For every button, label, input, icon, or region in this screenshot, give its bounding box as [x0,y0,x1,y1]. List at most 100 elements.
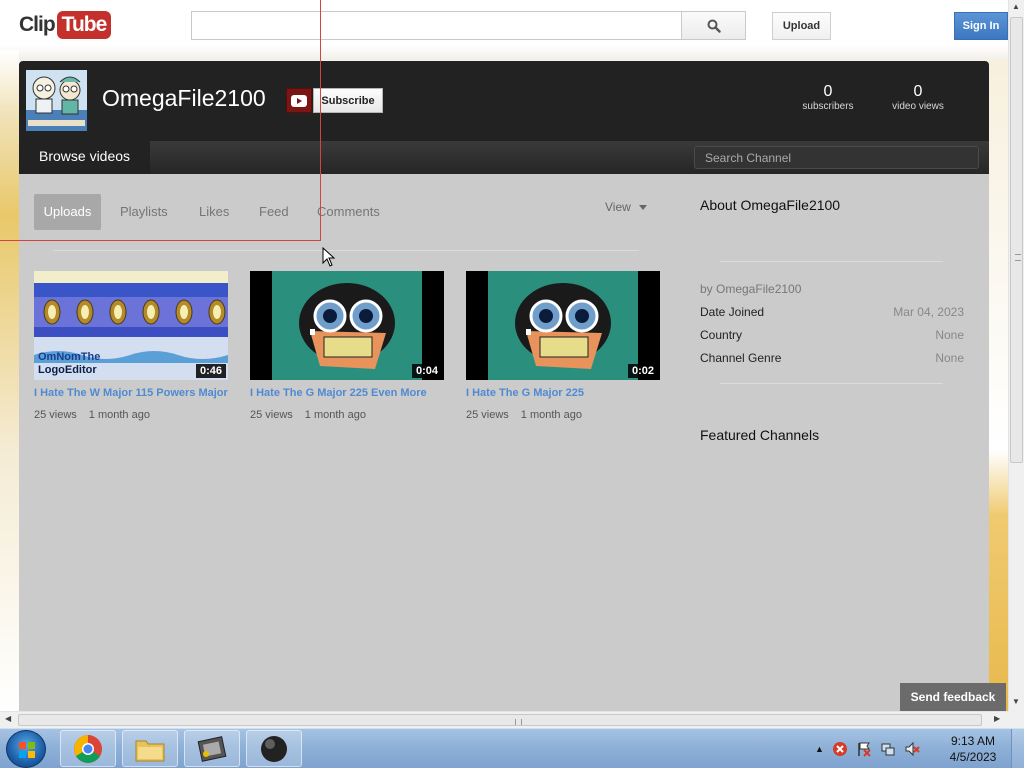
channel-name: OmegaFile2100 [102,85,266,111]
video-meta: 25 views 1 month ago [34,409,150,421]
vertical-scroll-thumb[interactable] [1010,17,1023,463]
horizontal-scroll-thumb[interactable] [18,714,982,726]
video-views: 25 views [250,409,293,421]
scroll-up-arrow-icon[interactable]: ▲ [1012,2,1020,11]
logo-clip-text: Clip [19,13,56,36]
info-row-date-joined: Date Joined Mar 04, 2023 [700,305,964,319]
tab-feed[interactable]: Feed [259,194,289,230]
sign-in-button[interactable]: Sign In [954,12,1008,40]
background-left-decoration [0,50,19,711]
about-divider [720,383,943,384]
subscribe-button[interactable]: Subscribe [313,88,383,113]
ball-icon [261,735,287,762]
start-button[interactable] [6,730,46,768]
subscribers-count: 0 [823,83,833,100]
video-title[interactable]: I Hate The G Major 225 Even More [250,387,444,399]
video-views: 25 views [466,409,509,421]
logo-tube-text: Tube [56,11,112,39]
folder-icon [135,740,165,761]
tab-playlists[interactable]: Playlists [120,194,168,230]
video-thumbnail[interactable]: OmNomThe LogoEditor 0:46 [34,271,228,380]
system-tray: ▲ [815,737,920,761]
chevron-down-icon [638,204,647,210]
app-icon [197,735,227,762]
video-meta: 25 views 1 month ago [466,409,582,421]
tab-likes[interactable]: Likes [199,194,229,230]
tray-error-icon[interactable] [832,741,848,757]
channel-content: Uploads Playlists Likes Feed Comments Vi… [19,174,989,711]
tab-divider [53,250,639,251]
tab-comments[interactable]: Comments [317,194,380,230]
video-title[interactable]: I Hate The W Major 115 Powers Major [34,387,228,399]
video-duration: 0:02 [627,364,658,378]
view-dropdown[interactable]: View [605,200,647,214]
video-age: 1 month ago [304,409,366,421]
scroll-down-arrow-icon[interactable]: ▼ [1012,697,1020,706]
scroll-right-arrow-icon[interactable]: ▶ [994,714,1000,723]
about-title: About OmegaFile2100 [700,197,841,213]
video-thumbnail[interactable]: 0:04 [250,271,444,380]
search-button[interactable] [681,11,746,40]
cliptube-logo[interactable]: Clip Tube [19,11,112,39]
avatar-image [26,70,87,131]
featured-channels-title: Featured Channels [700,427,820,443]
video-age: 1 month ago [520,409,582,421]
search-input[interactable] [191,11,682,40]
background-right-decoration [989,60,1008,711]
taskbar-chrome-button[interactable] [60,730,116,767]
youtube-icon[interactable] [286,88,312,113]
about-by: by OmegaFile2100 [700,282,802,296]
info-row-country: Country None [700,328,964,342]
video-views-label: video views [892,101,944,112]
mouse-cursor-icon [322,247,336,267]
video-meta: 25 views 1 month ago [250,409,366,421]
taskbar-clock[interactable]: 9:13 AM 4/5/2023 [940,733,1006,765]
video-views-count: 0 [913,83,923,100]
tray-expand-icon[interactable]: ▲ [815,744,824,754]
show-desktop-button[interactable] [1011,729,1024,768]
channel-header: OmegaFile2100 Subscribe 0 subscribers 0 … [19,61,989,141]
info-row-channel-genre: Channel Genre None [700,351,964,365]
taskbar-app-button[interactable] [184,730,240,767]
info-label: Channel Genre [700,351,782,365]
grip-icon [515,719,522,725]
search-icon [707,19,721,33]
grip-icon [1015,254,1021,261]
upload-button[interactable]: Upload [772,12,831,40]
browse-videos-tab[interactable]: Browse videos [19,141,150,174]
tray-network-icon[interactable] [880,741,896,757]
taskbar-media-button[interactable] [246,730,302,767]
video-views: 25 views [34,409,77,421]
info-value: None [935,328,964,342]
send-feedback-button[interactable]: Send feedback [900,683,1006,711]
tray-flag-icon[interactable] [856,741,872,757]
channel-search-input[interactable] [694,146,979,169]
windows-taskbar: ▲ 9:13 AM 4/5/2023 [0,728,1024,768]
channel-avatar[interactable] [26,70,87,131]
scroll-corner [1008,711,1024,728]
info-value: Mar 04, 2023 [893,305,964,319]
info-value: None [935,351,964,365]
vertical-scrollbar[interactable]: ▲ ▼ [1008,0,1024,711]
clock-date: 4/5/2023 [949,750,997,764]
video-thumbnail[interactable]: 0:02 [466,271,660,380]
horizontal-scrollbar[interactable]: ◀ ▶ [0,711,1008,728]
scroll-left-arrow-icon[interactable]: ◀ [5,714,11,723]
channel-nav-bar: Browse videos [19,141,989,174]
svg-text:LogoEditor: LogoEditor [38,364,97,376]
about-divider [720,261,943,262]
video-age: 1 month ago [88,409,150,421]
taskbar-explorer-button[interactable] [122,730,178,767]
view-label: View [605,200,631,214]
clock-time: 9:13 AM [950,734,996,748]
windows-logo-icon [19,742,35,758]
subscribers-stat: 0 subscribers [798,83,858,112]
subscribers-label: subscribers [802,101,854,112]
video-title[interactable]: I Hate The G Major 225 [466,387,660,399]
tray-volume-muted-icon[interactable] [904,741,920,757]
video-duration: 0:46 [195,364,226,378]
tab-uploads[interactable]: Uploads [34,194,101,230]
info-label: Country [700,328,743,342]
info-label: Date Joined [700,305,765,319]
chrome-icon [74,734,102,763]
